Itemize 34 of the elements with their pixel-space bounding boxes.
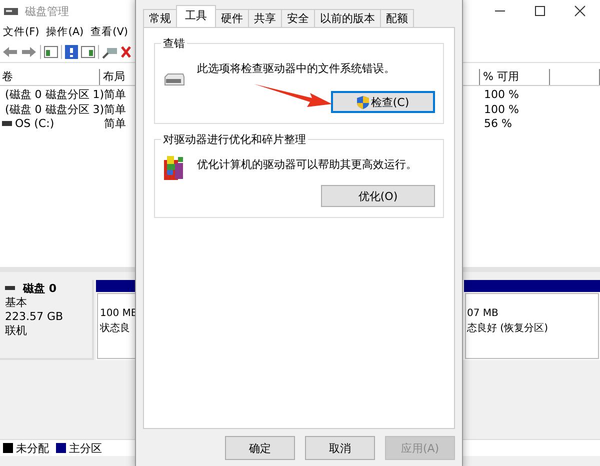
table-cell-text: 100 % bbox=[483, 102, 520, 117]
volume-name: OS (C:) bbox=[15, 117, 54, 132]
tab[interactable]: 共享 bbox=[248, 9, 282, 27]
tab[interactable]: 工具 bbox=[176, 5, 216, 27]
disk-name: 磁盘 0 bbox=[23, 282, 56, 296]
group-description: 此选项将检查驱动器中的文件系统错误。 bbox=[197, 61, 395, 76]
table-cell-text: 56 % bbox=[483, 117, 513, 132]
tab[interactable]: 配额 bbox=[380, 9, 414, 27]
tab[interactable]: 常规 bbox=[143, 9, 177, 27]
menu-item[interactable]: 文件(F) bbox=[3, 25, 40, 39]
legend-label: 主分区 bbox=[69, 440, 102, 456]
action-button[interactable]: 检查(C) bbox=[331, 91, 435, 113]
menu-item[interactable]: 查看(V) bbox=[90, 25, 128, 39]
group-title: 对驱动器进行优化和碎片整理 bbox=[162, 132, 307, 147]
partition-status: 状态良 bbox=[100, 322, 131, 336]
partition-status: 态良好 (恢复分区) bbox=[467, 322, 549, 336]
table-cell-text: 简单 bbox=[103, 117, 127, 132]
column-header[interactable]: 卷 bbox=[0, 69, 100, 85]
disk-size: 223.57 GB bbox=[5, 310, 64, 324]
disk-type: 基本 bbox=[5, 296, 28, 310]
partition-size: 07 MB bbox=[467, 307, 500, 321]
dialog-button[interactable]: 取消 bbox=[305, 436, 375, 460]
table-cell-text: 100 % bbox=[483, 88, 520, 102]
menu-item[interactable]: 操作(A) bbox=[46, 25, 84, 39]
column-header[interactable]: % 可用 bbox=[480, 69, 550, 85]
dialog-button[interactable]: 确定 bbox=[225, 436, 295, 460]
volume-name: (磁盘 0 磁盘分区 1) bbox=[5, 88, 104, 102]
group-description: 优化计算机的驱动器可以帮助其更高效运行。 bbox=[197, 157, 417, 172]
legend-label: 未分配 bbox=[16, 440, 49, 456]
disk-status: 联机 bbox=[5, 324, 28, 338]
volume-name: (磁盘 0 磁盘分区 3) bbox=[5, 102, 104, 117]
action-button[interactable]: 优化(O) bbox=[321, 185, 435, 207]
group-title: 查错 bbox=[162, 36, 186, 51]
window-title: 磁盘管理 bbox=[25, 4, 69, 18]
